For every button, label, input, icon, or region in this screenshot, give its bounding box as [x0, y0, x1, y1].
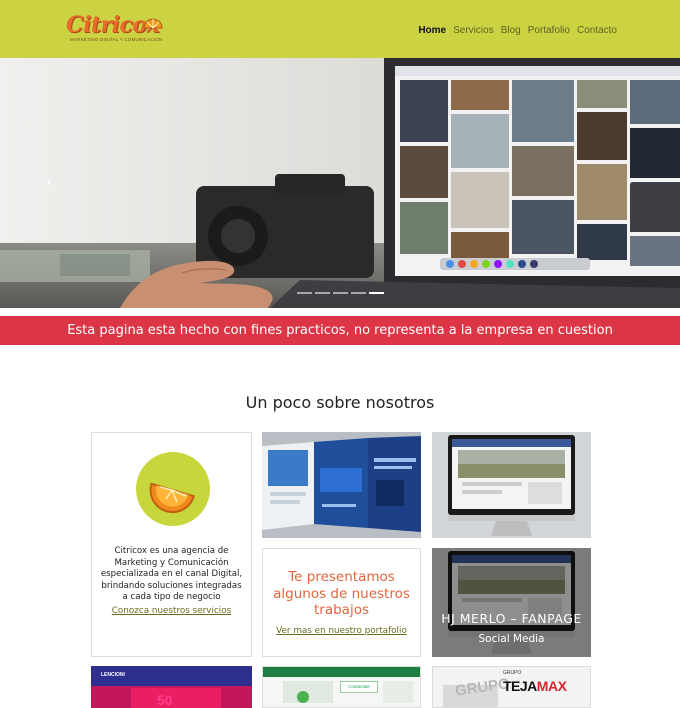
portfolio-thumb-lencioni[interactable]: LENCIONI 50	[91, 666, 252, 708]
tejamax-logo: TEJAMAX	[503, 678, 567, 694]
hero-image	[0, 58, 680, 308]
portfolio-thumb-monitor[interactable]	[432, 432, 591, 538]
monitor-image	[432, 432, 591, 538]
carousel-next-button[interactable]: ›	[626, 171, 633, 192]
carousel-indicator[interactable]	[297, 292, 312, 294]
main-nav: Home Servicios Blog Portafolio Contacto	[418, 25, 617, 36]
portfolio-intro-card: Te presentamos algunos de nuestros traba…	[262, 548, 421, 657]
promo-number: 50	[157, 692, 173, 708]
brand-logo[interactable]: Citricox MARKETING DIGITAL Y COMUNICACIÓ…	[66, 12, 163, 46]
carousel-indicator-active[interactable]	[369, 292, 384, 294]
max-word: MAX	[536, 678, 567, 694]
nav-contacto[interactable]: Contacto	[577, 25, 617, 36]
brand-tagline: MARKETING DIGITAL Y COMUNICACIÓN	[70, 37, 163, 42]
portfolio-link[interactable]: Ver mas en nuestro portafolio	[263, 626, 420, 636]
orange-slice-icon	[143, 18, 163, 29]
about-description: Citricox es una agencia de Marketing y C…	[100, 546, 243, 602]
carousel-indicator[interactable]	[315, 292, 330, 294]
brochure-image	[262, 432, 421, 538]
teja-word: TEJA	[503, 678, 537, 694]
nav-servicios[interactable]: Servicios	[453, 25, 494, 36]
notice-banner: Esta pagina esta hecho con fines practic…	[0, 316, 680, 345]
carousel-indicator[interactable]	[351, 292, 366, 294]
nav-blog[interactable]: Blog	[501, 25, 521, 36]
featured-title: HJ MERLO – FANPAGE	[441, 611, 582, 626]
contactate-label: Contactate	[340, 681, 378, 693]
carousel-indicators	[297, 292, 384, 294]
carousel-indicator[interactable]	[333, 292, 348, 294]
portfolio-thumb-featured[interactable]: HJ MERLO – FANPAGE Social Media	[432, 548, 591, 657]
portfolio-thumb-tejamax[interactable]: GRUPO GRUPO TEJAMAX	[432, 666, 591, 708]
portfolio-intro-text: Te presentamos algunos de nuestros traba…	[273, 569, 410, 618]
lencioni-logo-text: LENCIONI	[101, 672, 125, 678]
portfolio-thumb-brochures[interactable]	[262, 432, 421, 538]
chevron-left-icon: ‹	[46, 171, 54, 192]
services-link[interactable]: Conozca nuestros servicios	[92, 606, 251, 616]
portfolio-thumb-website[interactable]: Contactate	[262, 666, 421, 708]
nav-home[interactable]: Home	[418, 25, 446, 36]
carousel-prev-button[interactable]: ‹	[46, 171, 53, 192]
chevron-right-icon: ›	[626, 171, 634, 192]
about-card: Citricox es una agencia de Marketing y C…	[91, 432, 252, 657]
nav-portafolio[interactable]: Portafolio	[528, 25, 570, 36]
orange-slice-icon	[136, 452, 210, 526]
hero-carousel: ‹ ›	[0, 58, 680, 308]
grupo-label: GRUPO	[503, 670, 522, 676]
featured-subtitle: Social Media	[478, 633, 545, 645]
navbar: Citricox MARKETING DIGITAL Y COMUNICACIÓ…	[0, 0, 680, 58]
section-title: Un poco sobre nosotros	[245, 393, 435, 412]
